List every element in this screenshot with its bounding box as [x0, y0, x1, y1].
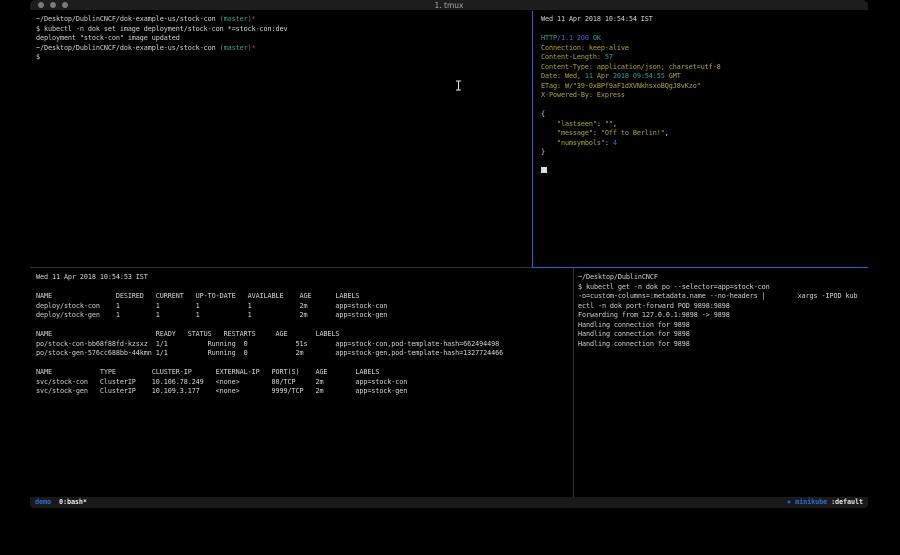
- terminal-line: Handling connection for 9898: [578, 321, 868, 331]
- close-button[interactable]: [38, 2, 44, 8]
- terminal-line: [36, 359, 573, 369]
- terminal-line: Wed 11 Apr 2018 10:54:53 IST: [36, 273, 573, 283]
- terminal-line: ~/Desktop/DublinCNCF: [578, 273, 868, 283]
- terminal-line: [541, 167, 868, 177]
- terminal-line: $: [36, 53, 532, 63]
- terminal-line: "numsymbols": 4: [541, 139, 868, 149]
- terminal-line: po/stock-con-bb68f88fd-kzsxz 1/1 Running…: [36, 340, 573, 350]
- terminal-line: Forwarding from 127.0.0.1:9898 -> 9898: [578, 311, 868, 321]
- terminal-line: [541, 25, 868, 35]
- terminal-line: Content-Length: 57: [541, 53, 868, 63]
- terminal-line: Handling connection for 9898: [578, 340, 868, 350]
- kube-namespace-label: :default: [831, 498, 863, 506]
- terminal-line: svc/stock-con ClusterIP 10.106.78.249 <n…: [36, 378, 573, 388]
- window-titlebar[interactable]: 1. tmux: [30, 0, 868, 11]
- terminal-line: svc/stock-gen ClusterIP 10.109.3.177 <no…: [36, 387, 573, 397]
- terminal-line: Date: Wed, 11 Apr 2018 09:54:55 GMT: [541, 72, 868, 82]
- terminal-line: ectl -n dok port-forward POD 9898:9898: [578, 302, 868, 312]
- terminal-line: "message": "Off to Berlin!",: [541, 129, 868, 139]
- pane-divider-horizontal-left[interactable]: [30, 267, 532, 268]
- block-cursor: [541, 167, 547, 173]
- terminal-line: "lastseen": "",: [541, 120, 868, 130]
- terminal-line: -o=custom-columns=:metadata.name --no-he…: [578, 292, 868, 302]
- kube-context-label: minikube: [795, 498, 827, 506]
- status-right: ⎈ minikube :default: [787, 497, 863, 508]
- terminal-line: NAME TYPE CLUSTER-IP EXTERNAL-IP PORT(S)…: [36, 368, 573, 378]
- terminal-line: {: [541, 110, 868, 120]
- kubernetes-helm-icon: ⎈: [787, 498, 791, 506]
- terminal-line: [36, 321, 573, 331]
- pane-divider-vertical-bottom[interactable]: [573, 268, 574, 497]
- terminal-line: ~/Desktop/DublinCNCF/dok-example-us/stoc…: [36, 15, 532, 25]
- window-title: 1. tmux: [30, 0, 868, 11]
- terminal-line: $ kubectl -n dok set image deployment/st…: [36, 25, 532, 35]
- terminal-line: Handling connection for 9898: [578, 330, 868, 340]
- zoom-button[interactable]: [62, 2, 68, 8]
- terminal-line: ETag: W/"39-0xBPf9aF1dXVNkhsxoBQgJ8vKzo": [541, 82, 868, 92]
- terminal-line: Connection: keep-alive: [541, 44, 868, 54]
- terminal-line: [541, 101, 868, 111]
- traffic-lights: [38, 2, 68, 8]
- minimize-button[interactable]: [50, 2, 56, 8]
- terminal-line: deployment "stock-con" image updated: [36, 34, 532, 44]
- pane-bottom-left-kubectl-get[interactable]: Wed 11 Apr 2018 10:54:53 IST NAME DESIRED…: [30, 268, 573, 497]
- tmux-window-tab[interactable]: 0:bash*: [59, 498, 87, 506]
- desktop: 1. tmux ~/Desktop/DublinCNCF/dok-example…: [0, 0, 900, 555]
- terminal-line: Content-Type: application/json; charset=…: [541, 63, 868, 73]
- terminal-line: Wed 11 Apr 2018 10:54:54 IST: [541, 15, 868, 25]
- terminal-line: po/stock-gen-576cc688bb-44kmn 1/1 Runnin…: [36, 349, 573, 359]
- tmux-status-bar: demo 0:bash* ⎈ minikube :default: [30, 497, 868, 508]
- terminal-line: ~/Desktop/DublinCNCF/dok-example-us/stoc…: [36, 44, 532, 54]
- pane-top-right-http-response[interactable]: Wed 11 Apr 2018 10:54:54 IST HTTP/1.1 200…: [533, 11, 868, 267]
- terminal-window: 1. tmux ~/Desktop/DublinCNCF/dok-example…: [30, 0, 868, 508]
- mouse-ibeam-cursor: [455, 76, 462, 87]
- pane-top-left-shell[interactable]: ~/Desktop/DublinCNCF/dok-example-us/stoc…: [30, 11, 532, 267]
- terminal-line: HTTP/1.1 200 OK: [541, 34, 868, 44]
- terminal-line: NAME DESIRED CURRENT UP-TO-DATE AVAILABL…: [36, 292, 573, 302]
- status-left: demo 0:bash*: [35, 497, 87, 508]
- pane-divider-vertical-active[interactable]: [532, 11, 533, 268]
- terminal-line: $ kubectl get -n dok po --selector=app=s…: [578, 283, 868, 293]
- terminal-line: deploy/stock-gen 1 1 1 1 2m app=stock-ge…: [36, 311, 573, 321]
- terminal-line: X-Powered-By: Express: [541, 91, 868, 101]
- terminal-line: NAME READY STATUS RESTARTS AGE LABELS: [36, 330, 573, 340]
- terminal-line: deploy/stock-con 1 1 1 1 2m app=stock-co…: [36, 302, 573, 312]
- tmux-session: ~/Desktop/DublinCNCF/dok-example-us/stoc…: [30, 11, 868, 497]
- pane-bottom-right-port-forward[interactable]: ~/Desktop/DublinCNCF$ kubectl get -n dok…: [574, 268, 868, 497]
- tmux-session-name: demo: [35, 498, 51, 506]
- pane-divider-horizontal-active[interactable]: [532, 267, 868, 268]
- terminal-line: [36, 283, 573, 293]
- terminal-line: [541, 158, 868, 168]
- terminal-line: }: [541, 148, 868, 158]
